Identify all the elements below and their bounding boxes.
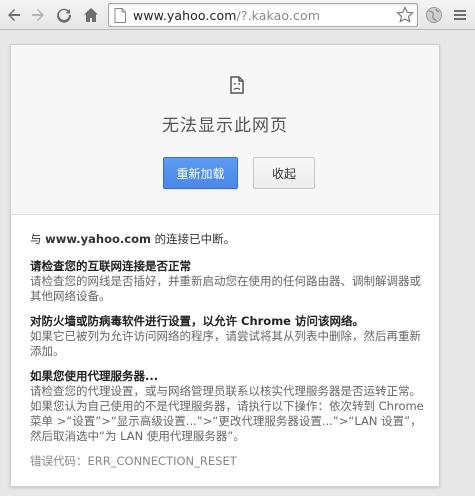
error-card: 无法显示此网页 重新加载 收起 与 www.yahoo.com 的连接已中断。 … bbox=[10, 44, 440, 487]
error-intro: 与 www.yahoo.com 的连接已中断。 bbox=[30, 232, 430, 247]
suggestion-body: 请检查您的网线是否插好，并重新启动您在使用的任何路由器、调制解调器或其他网络设备… bbox=[30, 274, 421, 303]
intro-suffix: 的连接已中断。 bbox=[150, 232, 236, 246]
back-arrow-icon[interactable] bbox=[3, 4, 25, 26]
url-text: www.yahoo.com/?.kakao.com bbox=[133, 8, 320, 23]
forward-arrow-icon[interactable] bbox=[27, 4, 49, 26]
intro-host: www.yahoo.com bbox=[45, 232, 151, 246]
address-bar[interactable]: www.yahoo.com/?.kakao.com bbox=[108, 3, 418, 27]
page-icon bbox=[114, 8, 126, 27]
url-host: www.yahoo.com bbox=[133, 8, 237, 23]
suggestion-proxy: 如果您使用代理服务器... 请检查您的代理设置，或与网络管理员联系以核实代理服务… bbox=[30, 369, 430, 444]
error-code: 错误代码：ERR_CONNECTION_RESET bbox=[30, 454, 237, 468]
url-rest: /?.kakao.com bbox=[236, 8, 321, 23]
suggestion-heading: 如果您使用代理服务器... bbox=[30, 369, 159, 383]
suggestion-heading: 请检查您的互联网连接是否正常 bbox=[30, 259, 191, 273]
intro-prefix: 与 bbox=[30, 232, 46, 246]
reload-icon[interactable] bbox=[53, 4, 75, 26]
hide-details-button[interactable]: 收起 bbox=[253, 157, 315, 189]
suggestion-body: 如果它已被列为允许访问网络的程序，请尝试将其从列表中删除，然后再重新添加。 bbox=[30, 329, 421, 358]
error-details: 与 www.yahoo.com 的连接已中断。 请检查您的互联网连接是否正常 请… bbox=[30, 232, 430, 469]
error-title: 无法显示此网页 bbox=[162, 116, 288, 136]
menu-icon[interactable] bbox=[449, 4, 471, 26]
reload-button[interactable]: 重新加载 bbox=[163, 157, 238, 189]
error-header: 无法显示此网页 重新加载 收起 bbox=[11, 45, 439, 215]
suggestion-body: 请检查您的代理设置，或与网络管理员联系以核实代理服务器是否运转正常。如果您认为自… bbox=[30, 384, 424, 443]
browser-toolbar: www.yahoo.com/?.kakao.com bbox=[0, 0, 475, 30]
suggestion-check-connection: 请检查您的互联网连接是否正常 请检查您的网线是否插好，并重新启动您在使用的任何路… bbox=[30, 259, 430, 304]
sad-page-icon bbox=[230, 76, 244, 98]
suggestion-heading: 对防火墙或防病毒软件进行设置，以允许 Chrome 访问该网络。 bbox=[30, 314, 364, 328]
globe-icon[interactable] bbox=[423, 4, 445, 26]
suggestion-firewall: 对防火墙或防病毒软件进行设置，以允许 Chrome 访问该网络。 如果它已被列为… bbox=[30, 314, 430, 359]
star-icon[interactable] bbox=[396, 6, 414, 28]
home-icon[interactable] bbox=[80, 4, 102, 26]
